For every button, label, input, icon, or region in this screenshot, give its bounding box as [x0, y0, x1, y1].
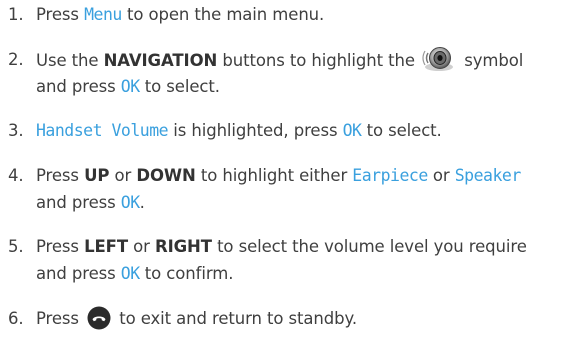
- step-text: Press UP or DOWN to highlight either Ear…: [36, 162, 521, 189]
- text-run: to select.: [361, 121, 442, 140]
- key-speaker: Speaker: [454, 166, 522, 185]
- step-3: 3. Handset Volume is highlighted, press …: [8, 117, 442, 144]
- text-run: to select.: [139, 77, 220, 96]
- step-number: 3.: [8, 121, 24, 140]
- step-5-continued: and press OK to confirm.: [8, 260, 233, 287]
- step-number-spacer: [8, 189, 36, 216]
- step-number-spacer: [8, 73, 36, 100]
- key-ok: OK: [342, 121, 362, 140]
- step-number: 4.: [8, 166, 24, 185]
- text-run: Use the: [36, 51, 104, 70]
- step-4: 4. Press UP or DOWN to highlight either …: [8, 162, 521, 189]
- text-run: to open the main menu.: [121, 5, 325, 24]
- step-4-continued: and press OK.: [8, 189, 145, 216]
- key-menu: Menu: [84, 5, 122, 24]
- text-run: buttons to highlight the: [217, 51, 421, 70]
- key-up: UP: [84, 166, 110, 185]
- key-navigation: NAVIGATION: [103, 51, 218, 70]
- step-2-continued: and press OK to select.: [8, 73, 220, 100]
- key-right: RIGHT: [154, 237, 212, 256]
- text-run: Press: [36, 5, 85, 24]
- text-run: or: [128, 237, 155, 256]
- text-run: and press: [36, 264, 121, 283]
- step-number: 5.: [8, 237, 24, 256]
- key-ok: OK: [120, 193, 140, 212]
- text-run: Press: [36, 166, 85, 185]
- text-run: and press: [36, 77, 121, 96]
- text-run: and press: [36, 193, 121, 212]
- step-text: Handset Volume is highlighted, press OK …: [36, 117, 442, 144]
- text-run: .: [139, 193, 145, 212]
- step-text: Press to exit and return to standby.: [36, 305, 357, 338]
- step-text: and press OK to select.: [36, 73, 220, 100]
- key-handset-volume: Handset Volume: [36, 121, 169, 140]
- text-run: Press: [36, 309, 85, 328]
- step-1: 1. Press Menu to open the main menu.: [8, 1, 324, 28]
- text-run: Press: [36, 237, 85, 256]
- step-text: Press LEFT or RIGHT to select the volume…: [36, 233, 527, 260]
- step-6: 6. Press to exit and return to standby.: [8, 305, 357, 338]
- key-ok: OK: [120, 264, 140, 283]
- step-text: and press OK to confirm.: [36, 260, 233, 287]
- step-text: and press OK.: [36, 189, 145, 216]
- text-run: to exit and return to standby.: [114, 309, 357, 328]
- end-call-icon: [87, 306, 111, 338]
- key-left: LEFT: [84, 237, 128, 256]
- speaker-volume-icon: [422, 46, 456, 80]
- text-run: to confirm.: [139, 264, 234, 283]
- text-run: or: [109, 166, 137, 185]
- step-number: 1.: [8, 5, 24, 24]
- text-run: symbol: [459, 51, 524, 70]
- step-text: Press Menu to open the main menu.: [36, 1, 324, 28]
- key-earpiece: Earpiece: [352, 166, 428, 185]
- text-run: or: [427, 166, 455, 185]
- key-down: DOWN: [136, 166, 196, 185]
- step-number: 6.: [8, 309, 24, 328]
- text-run: to highlight either: [195, 166, 353, 185]
- step-5: 5. Press LEFT or RIGHT to select the vol…: [8, 233, 527, 260]
- text-run: to select the volume level you require: [211, 237, 527, 256]
- key-ok: OK: [120, 77, 140, 96]
- text-run: is highlighted, press: [168, 121, 343, 140]
- step-number-spacer: [8, 260, 36, 287]
